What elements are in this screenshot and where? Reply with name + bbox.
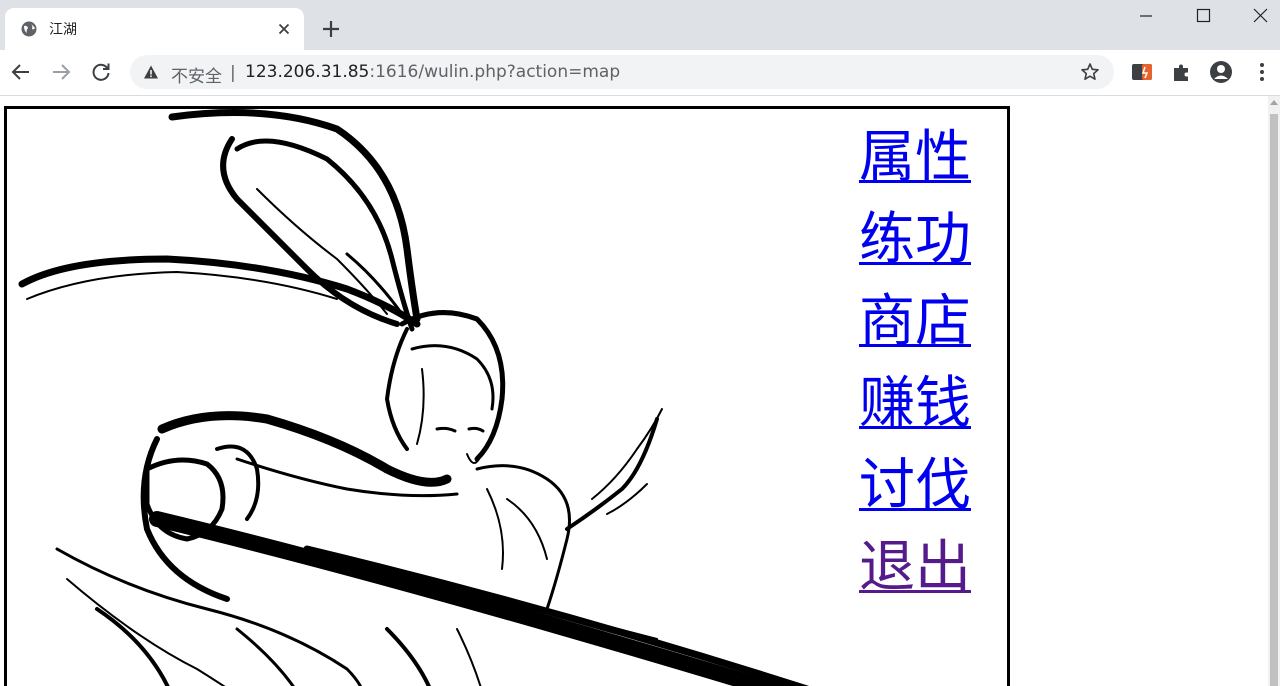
browser-toolbar: 不安全 | 123.206.31.85:1616/wulin.php?actio… [0,50,1280,96]
menu-link-shop[interactable]: 商店 [859,281,971,363]
minimize-icon[interactable] [1118,0,1174,32]
close-icon[interactable] [275,20,293,38]
menu-link-logout[interactable]: 退出 [859,527,971,609]
reload-icon[interactable] [89,60,113,84]
game-menu: 属性 练功 商店 赚钱 讨伐 退出 [859,117,971,609]
url-host: 123.206.31.85 [245,62,370,82]
swordsman-sketch-artwork [18,109,809,686]
url-text[interactable]: 123.206.31.85:1616/wulin.php?action=map [245,62,620,82]
puzzle-icon[interactable] [1170,60,1194,84]
page-viewport: 属性 练功 商店 赚钱 讨伐 退出 [0,96,1280,686]
warning-icon[interactable] [143,64,159,80]
menu-link-attributes[interactable]: 属性 [859,117,971,199]
address-bar[interactable]: 不安全 | 123.206.31.85:1616/wulin.php?actio… [130,55,1114,89]
star-icon[interactable] [1080,62,1100,82]
menu-link-training[interactable]: 练功 [859,199,971,281]
window-close-icon[interactable] [1232,0,1280,32]
scroll-thumb[interactable] [1270,114,1278,686]
profile-icon[interactable] [1209,60,1233,84]
omnibox-separator: | [230,63,236,83]
vertical-scrollbar[interactable] [1268,96,1280,686]
back-arrow-icon[interactable] [9,60,33,84]
security-label[interactable]: 不安全 [171,62,222,87]
tab-title: 江湖 [49,22,77,38]
map-frame: 属性 练功 商店 赚钱 讨伐 退出 [4,106,1010,686]
menu-link-earn-money[interactable]: 赚钱 [859,363,971,445]
scroll-up-arrow-icon[interactable] [1270,100,1278,105]
url-path: :1616/wulin.php?action=map [369,62,621,82]
kebab-menu-icon[interactable] [1250,60,1274,84]
extension-icon[interactable] [1130,60,1154,84]
globe-icon [21,21,37,37]
maximize-icon[interactable] [1175,0,1231,32]
plus-icon[interactable] [319,17,343,41]
forward-arrow-icon[interactable] [49,60,73,84]
browser-tab[interactable]: 江湖 [5,8,304,50]
tab-strip: 江湖 [0,0,1280,50]
menu-link-battle[interactable]: 讨伐 [859,445,971,527]
